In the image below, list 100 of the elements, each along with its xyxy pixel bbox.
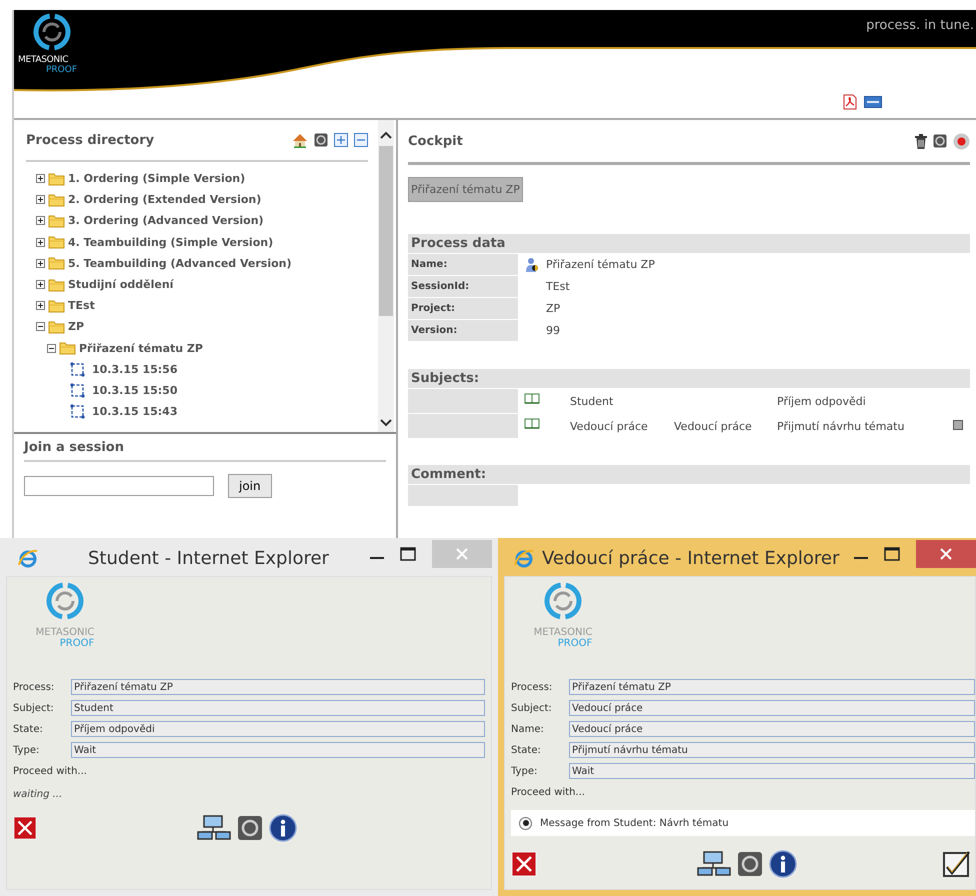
table-cell-text: Student bbox=[570, 394, 614, 408]
tree-item[interactable]: 1. Ordering (Simple Version) bbox=[68, 172, 246, 186]
field-label: Version: bbox=[408, 320, 518, 341]
folder-icon bbox=[48, 278, 65, 292]
session-icon bbox=[70, 404, 85, 420]
collapse-all-icon[interactable] bbox=[354, 133, 368, 147]
expander-icon[interactable] bbox=[47, 344, 56, 353]
checkmark-icon[interactable] bbox=[941, 850, 971, 878]
field-value: Přiřazení tématu ZP bbox=[546, 258, 655, 271]
maximize-icon[interactable] bbox=[400, 547, 416, 561]
folder-icon bbox=[48, 320, 65, 334]
field-label: Subject: bbox=[13, 702, 55, 714]
trash-icon[interactable] bbox=[915, 134, 927, 148]
text-field[interactable]: Student bbox=[71, 700, 485, 716]
window-title: Student - Internet Explorer bbox=[88, 548, 330, 568]
expander-icon[interactable] bbox=[36, 238, 45, 247]
logo-text: METASONIC bbox=[534, 627, 592, 638]
field-label: Name: bbox=[511, 724, 545, 734]
text-field[interactable]: Přiřazení tématu ZP bbox=[71, 679, 485, 695]
panel-title: Cockpit bbox=[408, 134, 463, 148]
close-icon bbox=[456, 548, 468, 560]
folder-icon bbox=[48, 172, 65, 186]
folder-icon bbox=[48, 192, 65, 207]
text-field[interactable]: Wait bbox=[569, 763, 975, 779]
folder-icon bbox=[48, 298, 65, 313]
expand-all-icon[interactable] bbox=[334, 133, 348, 147]
book-icon[interactable] bbox=[524, 418, 540, 428]
close-icon bbox=[940, 548, 952, 560]
table-cell-text: Vedoucí práce bbox=[570, 420, 649, 432]
field-value: ZP bbox=[546, 302, 560, 315]
expander-icon[interactable] bbox=[36, 280, 45, 290]
maximize-icon[interactable] bbox=[884, 547, 900, 561]
table-cell-text: Příjem odpovědi bbox=[777, 394, 867, 408]
home-icon[interactable] bbox=[292, 132, 308, 148]
logo-icon bbox=[32, 12, 72, 52]
panel-title: Process directory bbox=[26, 132, 154, 148]
logo-text: PROOF bbox=[60, 638, 94, 649]
tree-item[interactable]: TEst bbox=[68, 299, 95, 312]
expander-icon[interactable] bbox=[36, 258, 45, 268]
session-field[interactable] bbox=[24, 476, 214, 496]
section-header: Process data bbox=[408, 234, 970, 253]
field-label: State: bbox=[13, 724, 44, 734]
proceed-label: Proceed with... bbox=[511, 787, 586, 798]
section-header: Comment: bbox=[408, 465, 970, 484]
folder-icon bbox=[48, 214, 65, 228]
network-icon[interactable] bbox=[197, 815, 231, 841]
field-label: State: bbox=[511, 744, 542, 756]
section-title: Join a session bbox=[24, 440, 386, 462]
message-option[interactable]: Message from Student: Návrh tématu bbox=[540, 818, 729, 828]
field-label: SessionId: bbox=[408, 276, 518, 297]
square-icon[interactable] bbox=[953, 420, 963, 430]
tree-item[interactable]: 5. Teambuilding (Advanced Version) bbox=[68, 256, 292, 270]
field-label: Type: bbox=[13, 744, 40, 756]
info-icon[interactable] bbox=[269, 814, 297, 842]
tree-item[interactable]: 10.3.15 15:50 bbox=[92, 384, 178, 397]
scroll-down-icon[interactable] bbox=[379, 418, 393, 428]
scroll-up-icon[interactable] bbox=[379, 130, 393, 140]
network-icon[interactable] bbox=[697, 851, 731, 877]
book-icon[interactable] bbox=[524, 392, 540, 404]
cancel-icon[interactable] bbox=[13, 815, 37, 841]
tree-item[interactable]: 10.3.15 15:56 bbox=[92, 362, 178, 376]
field-value: TEst bbox=[546, 280, 570, 293]
field-label: Subject: bbox=[511, 702, 553, 714]
scroll-thumb[interactable] bbox=[379, 146, 393, 316]
expander-icon[interactable] bbox=[36, 195, 45, 204]
session-icon bbox=[70, 382, 85, 398]
field-value: 99 bbox=[546, 324, 560, 337]
browser-icon[interactable] bbox=[18, 548, 38, 568]
tree-item[interactable]: Přiřazení tématu ZP bbox=[79, 342, 203, 355]
text-field[interactable]: Vedoucí práce bbox=[569, 721, 975, 737]
tree-item[interactable]: 3. Ordering (Advanced Version) bbox=[68, 214, 264, 228]
scrollbar[interactable] bbox=[378, 120, 394, 432]
expander-icon[interactable] bbox=[36, 174, 45, 184]
status-text: waiting ... bbox=[13, 789, 64, 800]
folder-icon bbox=[59, 341, 76, 356]
record-icon[interactable] bbox=[953, 132, 970, 150]
logo-text: METASONIC bbox=[36, 627, 94, 638]
join-button[interactable]: join bbox=[228, 474, 272, 498]
text-field[interactable]: Přijmutí návrhu tématu bbox=[569, 742, 975, 758]
expander-icon[interactable] bbox=[36, 216, 45, 226]
cancel-icon[interactable] bbox=[511, 851, 537, 877]
pdf-icon[interactable] bbox=[842, 94, 858, 110]
text-field[interactable]: Vedoucí práce bbox=[569, 700, 975, 716]
tree-item[interactable]: 4. Teambuilding (Simple Version) bbox=[68, 236, 274, 249]
table-cell: Vedoucí práce bbox=[674, 420, 752, 432]
close-button[interactable] bbox=[916, 540, 976, 568]
expander-icon[interactable] bbox=[36, 322, 45, 332]
text-field[interactable]: Příjem odpovědi bbox=[71, 721, 485, 737]
tree-item[interactable]: Studijní oddělení bbox=[68, 278, 174, 292]
process-tab[interactable]: Přiřazení tématu ZP bbox=[408, 177, 523, 202]
tree-item[interactable]: 10.3.15 15:43 bbox=[92, 405, 178, 418]
tree-item[interactable]: ZP bbox=[68, 320, 84, 334]
tree-item[interactable]: 2. Ordering (Extended Version) bbox=[68, 193, 262, 206]
text-field[interactable]: Přiřazení tématu ZP bbox=[569, 679, 975, 695]
info-icon[interactable] bbox=[769, 850, 797, 878]
field-label: Process: bbox=[13, 682, 56, 692]
session-icon bbox=[70, 362, 85, 377]
text-field[interactable]: Wait bbox=[71, 742, 485, 758]
expander-icon[interactable] bbox=[36, 301, 45, 310]
radio-button[interactable] bbox=[519, 816, 532, 830]
